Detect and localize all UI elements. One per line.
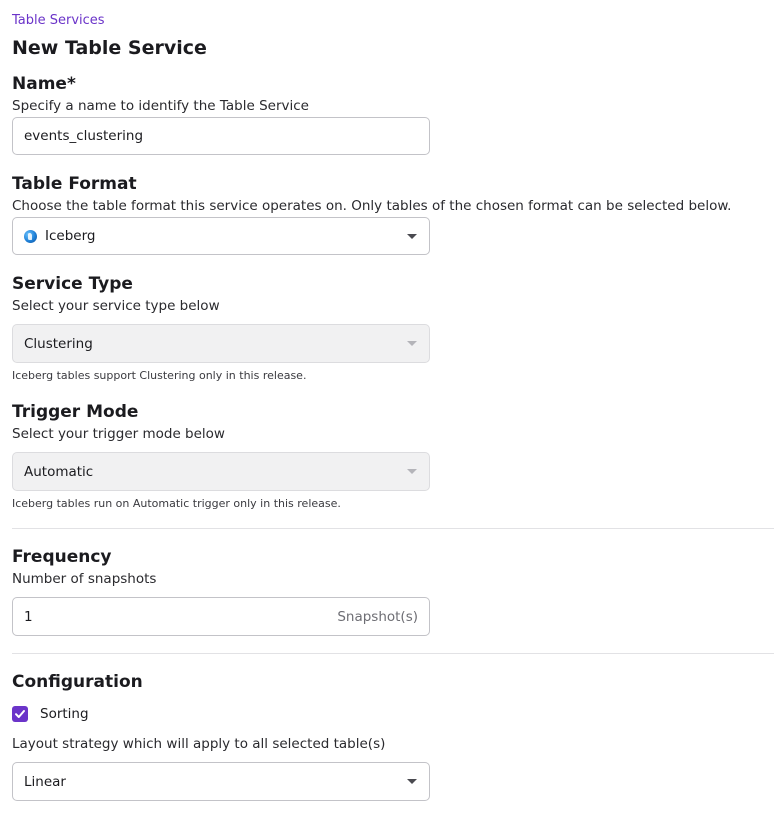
service-type-hint: Iceberg tables support Clustering only i… — [12, 369, 307, 382]
chevron-down-icon — [407, 779, 417, 784]
sorting-checkbox[interactable] — [12, 706, 28, 722]
frequency-unit-suffix: Snapshot(s) — [337, 608, 418, 625]
service-type-label: Service Type — [12, 274, 133, 294]
frequency-input[interactable]: 1 Snapshot(s) — [12, 597, 430, 636]
iceberg-globe-icon — [24, 229, 37, 243]
table-format-value: Iceberg — [45, 228, 96, 244]
name-input[interactable]: events_clustering — [12, 117, 430, 155]
frequency-input-value: 1 — [24, 608, 33, 625]
layout-strategy-description: Layout strategy which will apply to all … — [12, 736, 386, 752]
trigger-mode-description: Select your trigger mode below — [12, 426, 225, 442]
page-title: New Table Service — [12, 37, 207, 59]
service-type-description: Select your service type below — [12, 298, 220, 314]
breadcrumb[interactable]: Table Services — [12, 12, 105, 29]
table-format-label: Table Format — [12, 174, 137, 194]
section-divider — [12, 653, 774, 654]
chevron-down-icon — [407, 341, 417, 346]
chevron-down-icon — [407, 469, 417, 474]
name-description: Specify a name to identify the Table Ser… — [12, 98, 309, 114]
section-divider — [12, 528, 774, 529]
chevron-down-icon — [407, 233, 417, 239]
trigger-mode-select[interactable]: Automatic — [12, 452, 430, 491]
sorting-checkbox-label[interactable]: Sorting — [40, 705, 89, 723]
service-type-select[interactable]: Clustering — [12, 324, 430, 363]
service-type-value: Clustering — [24, 335, 93, 352]
layout-strategy-select[interactable]: Linear — [12, 762, 430, 801]
name-label: Name* — [12, 74, 76, 94]
checkmark-icon — [15, 710, 25, 718]
frequency-description: Number of snapshots — [12, 571, 157, 587]
trigger-mode-value: Automatic — [24, 463, 94, 480]
trigger-mode-label: Trigger Mode — [12, 402, 139, 422]
table-format-select[interactable]: Iceberg — [12, 217, 430, 255]
trigger-mode-hint: Iceberg tables run on Automatic trigger … — [12, 497, 341, 510]
table-format-description: Choose the table format this service ope… — [12, 198, 732, 214]
name-input-value: events_clustering — [24, 128, 144, 144]
layout-strategy-value: Linear — [24, 773, 66, 790]
configuration-label: Configuration — [12, 672, 143, 692]
frequency-label: Frequency — [12, 547, 112, 567]
